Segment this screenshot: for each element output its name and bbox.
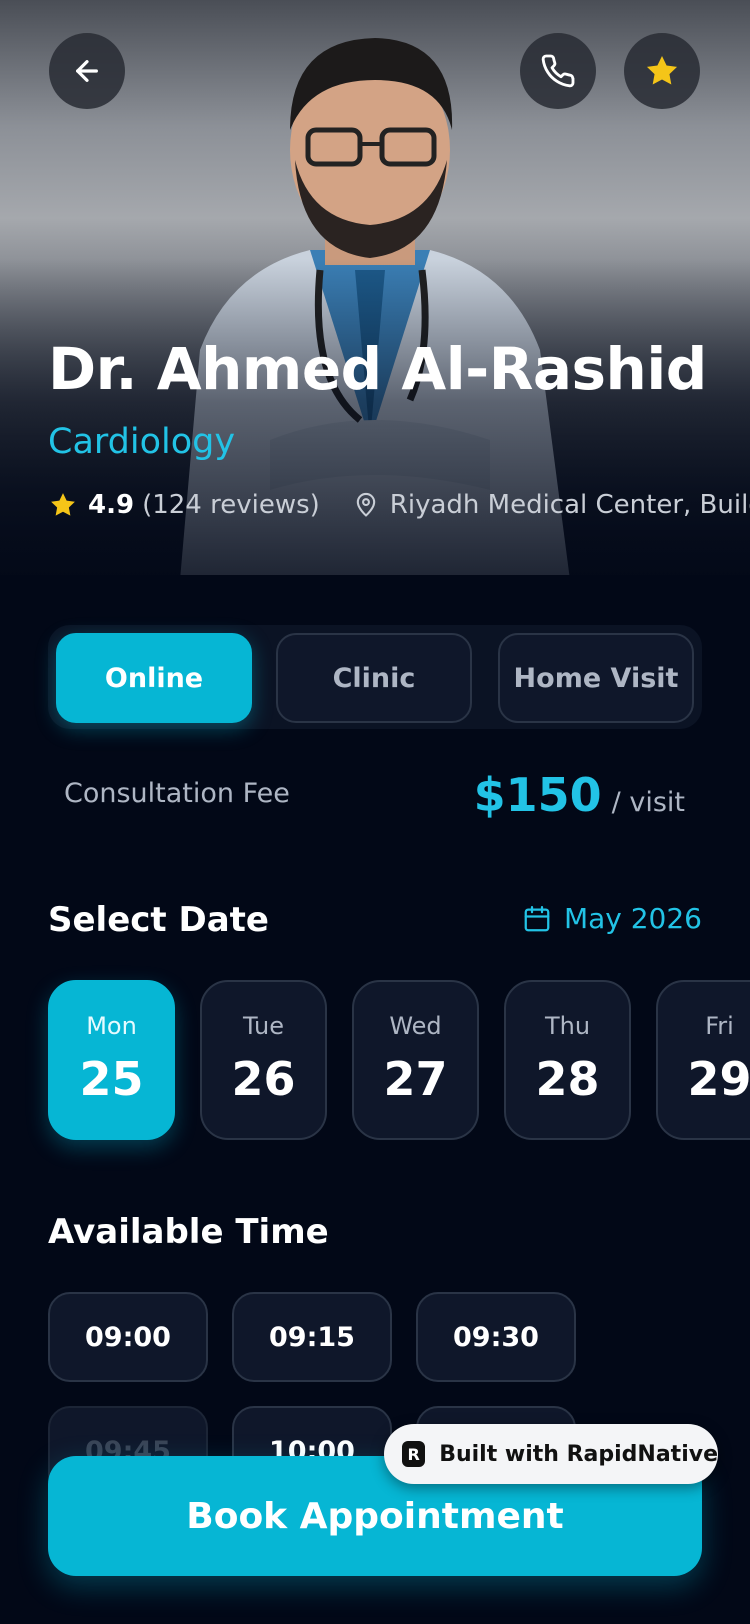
- month-selector[interactable]: May 2026: [522, 902, 702, 935]
- fee-value: $150 / visit: [474, 768, 685, 822]
- tab-home-visit[interactable]: Home Visit: [498, 633, 694, 723]
- built-with-badge[interactable]: R Built with RapidNative: [384, 1424, 718, 1484]
- doctor-specialty: Cardiology: [48, 422, 236, 462]
- doctor-meta: 4.9 (124 reviews) Riyadh Medical Center,…: [48, 490, 750, 520]
- fee-label: Consultation Fee: [64, 778, 290, 809]
- review-count: (124 reviews): [142, 490, 320, 520]
- date-card-mon[interactable]: Mon 25: [48, 980, 175, 1140]
- date-card-wed[interactable]: Wed 27: [352, 980, 479, 1140]
- available-time-title: Available Time: [48, 1212, 329, 1252]
- call-button[interactable]: [520, 33, 596, 109]
- date-number: 29: [687, 1052, 750, 1106]
- date-number: 27: [383, 1052, 448, 1106]
- tab-online[interactable]: Online: [56, 633, 252, 723]
- calendar-icon: [524, 905, 550, 931]
- date-number: 28: [535, 1052, 600, 1106]
- tab-clinic[interactable]: Clinic: [276, 633, 472, 723]
- fee-unit: / visit: [611, 787, 685, 818]
- date-day: Wed: [389, 1012, 442, 1040]
- consultation-type-tabs: Online Clinic Home Visit: [48, 625, 702, 729]
- date-day: Fri: [705, 1012, 734, 1040]
- favorite-button[interactable]: [624, 33, 700, 109]
- date-picker: Mon 25 Tue 26 Wed 27 Thu 28 Fri 29: [48, 980, 750, 1140]
- badge-text: Built with RapidNative: [439, 1441, 718, 1467]
- back-button[interactable]: [49, 33, 125, 109]
- date-day: Tue: [243, 1012, 284, 1040]
- date-card-thu[interactable]: Thu 28: [504, 980, 631, 1140]
- date-day: Mon: [86, 1012, 137, 1040]
- map-pin-icon: [352, 491, 380, 519]
- arrow-left-icon: [76, 60, 98, 82]
- date-day: Thu: [544, 1012, 591, 1040]
- rapidnative-logo-icon: R: [402, 1441, 426, 1467]
- select-date-title: Select Date: [48, 900, 269, 940]
- doctor-name: Dr. Ahmed Al-Rashid: [48, 335, 707, 403]
- doctor-location: Riyadh Medical Center, Building: [389, 490, 750, 520]
- time-slot[interactable]: 09:15: [232, 1292, 392, 1382]
- rating-star-icon: [51, 493, 75, 516]
- star-icon: [646, 55, 678, 85]
- fee-amount: $150: [473, 768, 602, 822]
- month-label: May 2026: [563, 902, 702, 935]
- date-number: 25: [79, 1052, 144, 1106]
- date-number: 26: [231, 1052, 296, 1106]
- time-slot[interactable]: 09:00: [48, 1292, 208, 1382]
- phone-icon: [541, 54, 575, 88]
- rating-value: 4.9: [88, 490, 135, 520]
- date-card-fri[interactable]: Fri 29: [656, 980, 750, 1140]
- time-slot[interactable]: 09:30: [416, 1292, 576, 1382]
- doctor-hero: Dr. Ahmed Al-Rashid Cardiology 4.9 (124 …: [0, 0, 750, 575]
- date-card-tue[interactable]: Tue 26: [200, 980, 327, 1140]
